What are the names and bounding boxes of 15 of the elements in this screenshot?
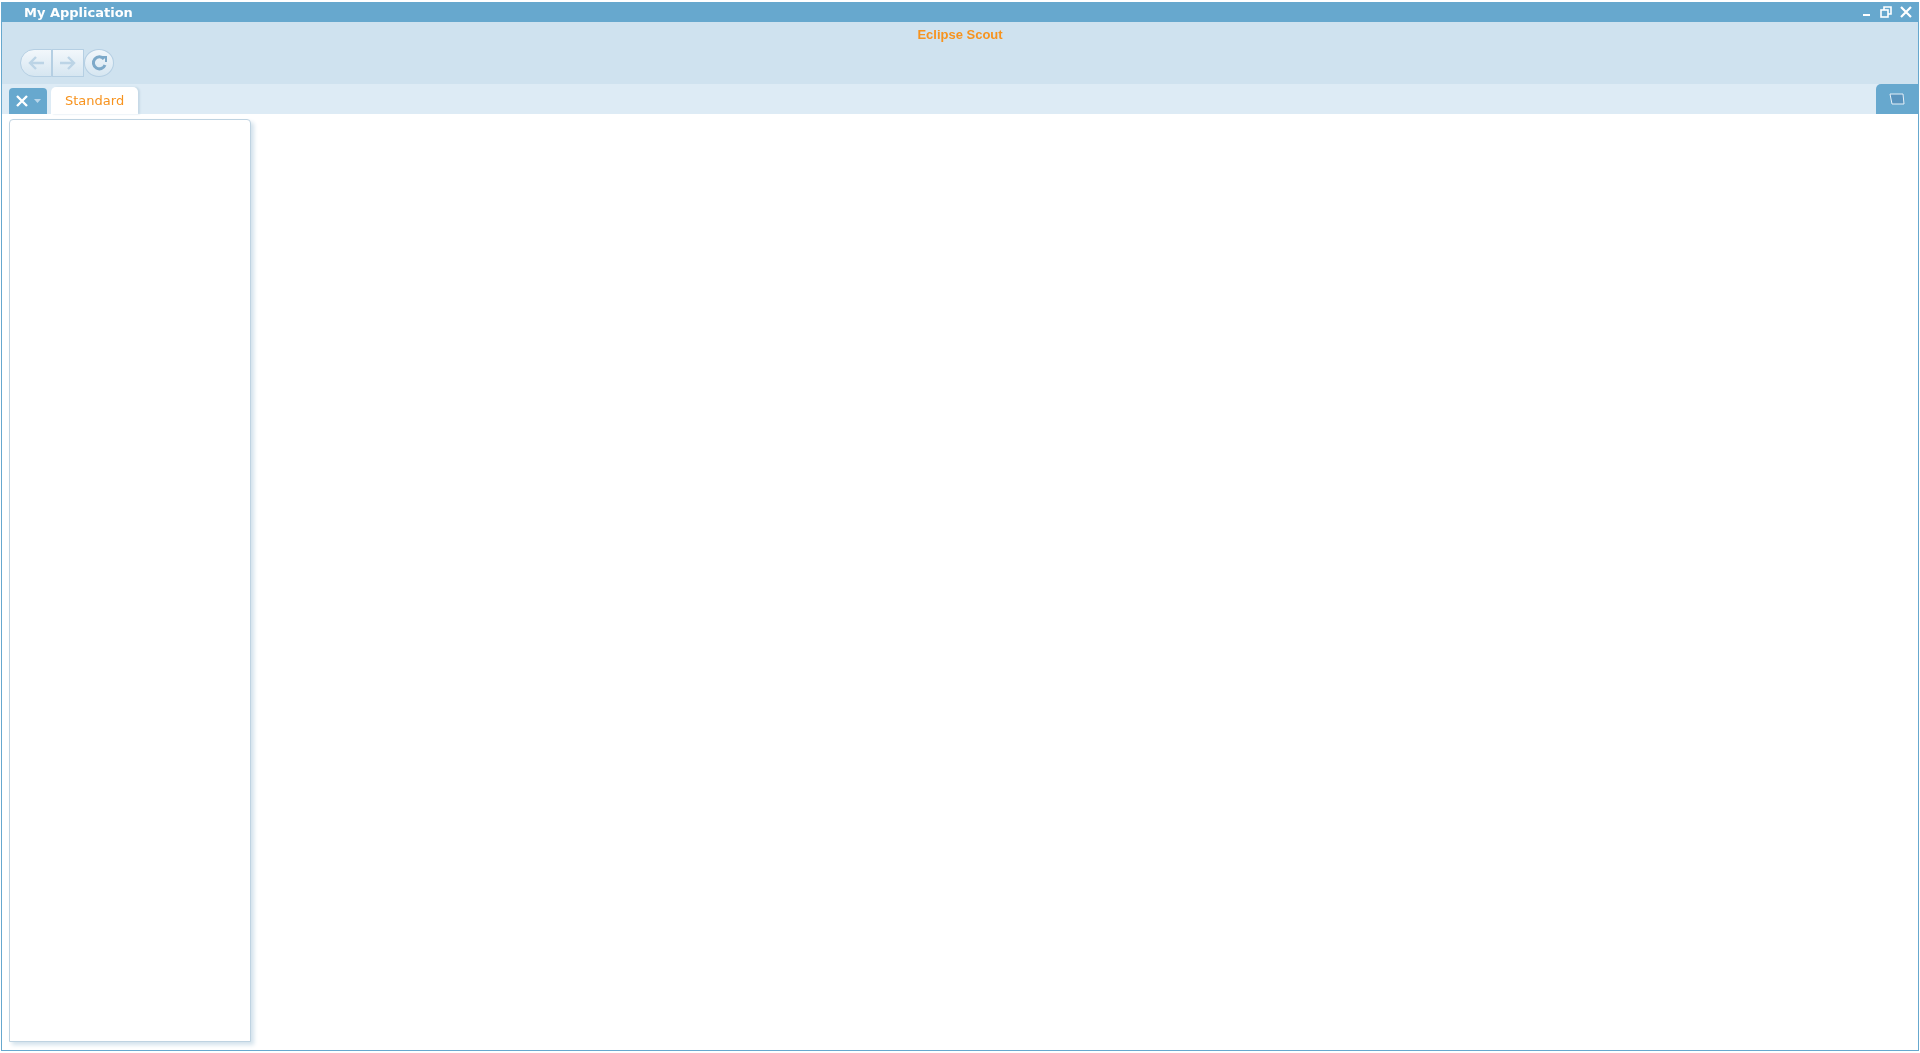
tools-menu-button[interactable] bbox=[9, 88, 47, 114]
caret-icon bbox=[34, 98, 41, 104]
brand-logo: Eclipse Scout bbox=[917, 27, 1003, 42]
restore-icon[interactable] bbox=[1880, 6, 1892, 18]
back-button[interactable] bbox=[20, 49, 52, 77]
forward-button[interactable] bbox=[52, 49, 84, 77]
refresh-icon bbox=[90, 54, 108, 72]
panel-icon bbox=[1889, 93, 1905, 105]
right-arrow-icon bbox=[59, 55, 77, 71]
refresh-button[interactable] bbox=[84, 49, 114, 77]
left-arrow-icon bbox=[27, 55, 45, 71]
sidebar-toggle-button[interactable] bbox=[1876, 84, 1918, 114]
window-title: My Application bbox=[24, 4, 134, 20]
outline-tab[interactable]: Standard bbox=[51, 87, 139, 114]
close-icon[interactable] bbox=[1900, 6, 1912, 18]
